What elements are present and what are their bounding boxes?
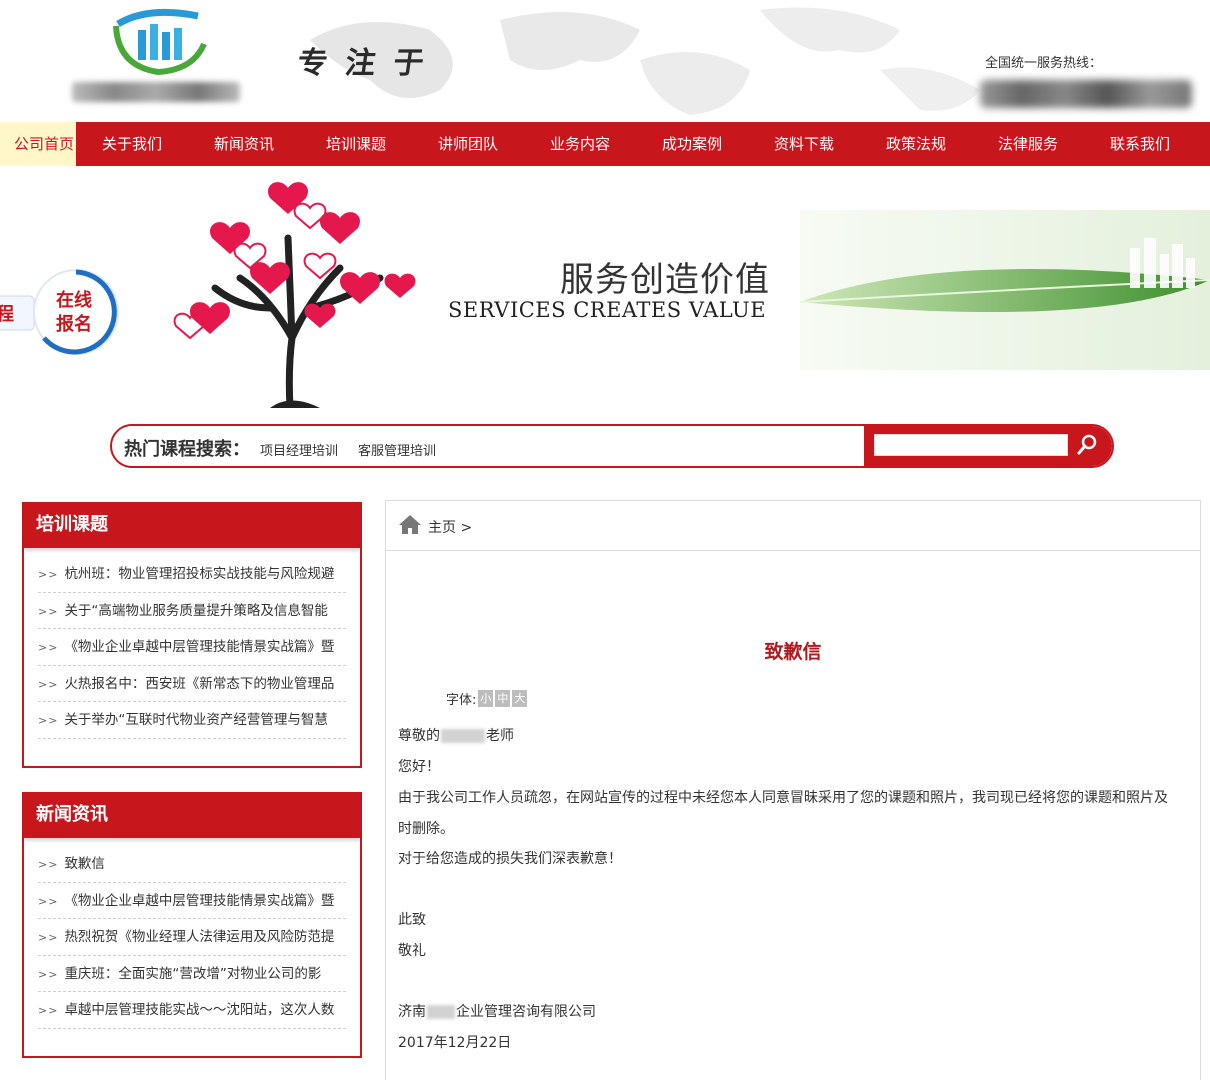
- main-nav: 公司首页 关于我们 新闻资讯 培训课题 讲师团队 业务内容 成功案例 资料下载 …: [0, 122, 1210, 166]
- nav-item-lecturers[interactable]: 讲师团队: [412, 122, 524, 166]
- font-size-switcher: 字体: 小 中 大: [446, 689, 528, 708]
- sidebar-news-list: >> 致歉信 >> 《物业企业卓越中层管理技能情景实战篇》暨 >> 热烈祝贺《物业经理…: [24, 838, 360, 1029]
- sidebar-training-title: 培训课题: [24, 502, 360, 548]
- company-name-blurred: [427, 1005, 455, 1019]
- breadcrumb-home-link[interactable]: 主页 >: [428, 517, 472, 537]
- nav-item-downloads[interactable]: 资料下载: [748, 122, 860, 166]
- heart-tree-illustration: [173, 182, 416, 408]
- list-item[interactable]: >> 关于“高端物业服务质量提升策略及信息智能: [38, 593, 346, 629]
- list-item[interactable]: >> 致歉信: [38, 846, 346, 883]
- search-icon[interactable]: [1074, 432, 1100, 458]
- list-item[interactable]: >> 关于举办“互联时代物业资产经营管理与智慧: [38, 702, 346, 739]
- list-item[interactable]: >> 热烈祝贺《物业经理人法律运用及风险防范提: [38, 919, 346, 956]
- article-title: 致歉信: [764, 641, 822, 663]
- font-size-small-button[interactable]: 小: [478, 690, 494, 707]
- company-logo: [113, 8, 207, 76]
- hot-course-search-bar: 热门课程搜索： 项目经理培训 客服管理培训: [110, 424, 1114, 468]
- nav-item-contact[interactable]: 联系我们: [1084, 122, 1196, 166]
- list-item[interactable]: >> 重庆班：全面实施“营改增”对物业公司的影: [38, 956, 346, 992]
- home-icon[interactable]: [398, 513, 422, 535]
- company-name-blurred: [72, 82, 240, 102]
- nav-item-news[interactable]: 新闻资讯: [188, 122, 300, 166]
- signature-company: 济南 企业管理咨询有限公司: [398, 1004, 596, 1020]
- sidebar-news-box: 新闻资讯 >> 致歉信 >> 《物业企业卓越中层管理技能情景实战篇》暨 >> 热烈祝贺…: [22, 792, 362, 1058]
- breadcrumb: 主页 >: [386, 501, 1200, 551]
- sidebar-news-title: 新闻资讯: [24, 792, 360, 838]
- signature-date: 2017年12月22日: [398, 1035, 512, 1051]
- nav-item-business[interactable]: 业务内容: [524, 122, 636, 166]
- sidebar-training-list: >> 杭州班：物业管理招投标实战技能与风险规避 >> 关于“高端物业服务质量提升策略…: [24, 548, 360, 739]
- article-panel: 主页 > 致歉信 字体: 小 中 大 尊敬的 老师 您好！ 由于我公司工作人员疏忽…: [385, 500, 1201, 1080]
- font-size-large-button[interactable]: 大: [512, 690, 528, 707]
- list-item[interactable]: >> 卓越中层管理技能实战～～沈阳站，这次人数: [38, 992, 346, 1029]
- recipient-name-blurred: [441, 729, 485, 743]
- search-label: 热门课程搜索：: [124, 439, 250, 460]
- signup-line1-text: 在线: [56, 289, 92, 311]
- list-item[interactable]: >> 《物业企业卓越中层管理技能情景实战篇》暨: [38, 629, 346, 666]
- nav-item-policies[interactable]: 政策法规: [860, 122, 972, 166]
- banner-title-chinese: 服务创造价值: [560, 260, 770, 300]
- leaf-city-illustration: [800, 210, 1210, 370]
- search-tag-customer-service[interactable]: 客服管理培训: [358, 440, 436, 459]
- nav-item-about[interactable]: 关于我们: [76, 122, 188, 166]
- banner-title-english: SERVICES CREATES VALUE: [448, 298, 767, 322]
- font-size-medium-button[interactable]: 中: [495, 690, 511, 707]
- hello-line: 您好！: [398, 759, 440, 775]
- signup-prefix-text: 程: [0, 304, 14, 325]
- sidebar-training-box: 培训课题 >> 杭州班：物业管理招投标实战技能与风险规避 >> 关于“高端物业服务质…: [22, 502, 362, 768]
- online-signup-badge[interactable]: 程 在线 报名: [0, 266, 124, 358]
- site-header: 专注于 全国统一服务热线：: [0, 0, 1210, 122]
- search-tag-project-manager[interactable]: 项目经理培训: [260, 440, 338, 459]
- search-input[interactable]: [874, 434, 1068, 456]
- hotline-number-blurred: [980, 80, 1192, 108]
- paragraph-2: 对于给您造成的损失我们深表歉意！: [398, 851, 622, 867]
- list-item[interactable]: >> 《物业企业卓越中层管理技能情景实战篇》暨: [38, 883, 346, 919]
- signup-line2-text: 报名: [56, 313, 92, 335]
- closing-line-1: 此致: [398, 912, 426, 928]
- nav-item-training[interactable]: 培训课题: [300, 122, 412, 166]
- search-box: [864, 426, 1112, 466]
- header-slogan: 专注于: [295, 46, 444, 81]
- nav-item-home[interactable]: 公司首页: [0, 122, 76, 166]
- paragraph-1-continued: 时删除。: [398, 821, 454, 837]
- list-item[interactable]: >> 杭州班：物业管理招投标实战技能与风险规避: [38, 556, 346, 593]
- hotline-label: 全国统一服务热线：: [985, 56, 1103, 71]
- font-size-label: 字体:: [446, 693, 477, 708]
- greeting-line: 尊敬的 老师: [398, 728, 514, 744]
- hero-banner: 程 在线 报名 服务创造价值 SERVICES CREATES VALUE: [0, 166, 1210, 416]
- nav-item-legal[interactable]: 法律服务: [972, 122, 1084, 166]
- list-item[interactable]: >> 火热报名中：西安班《新常态下的物业管理品: [38, 666, 346, 702]
- nav-item-cases[interactable]: 成功案例: [636, 122, 748, 166]
- closing-line-2: 敬礼: [398, 943, 426, 959]
- paragraph-1: 由于我公司工作人员疏忽，在网站宣传的过程中未经您本人同意冒昧采用了您的课题和照片…: [398, 790, 1168, 806]
